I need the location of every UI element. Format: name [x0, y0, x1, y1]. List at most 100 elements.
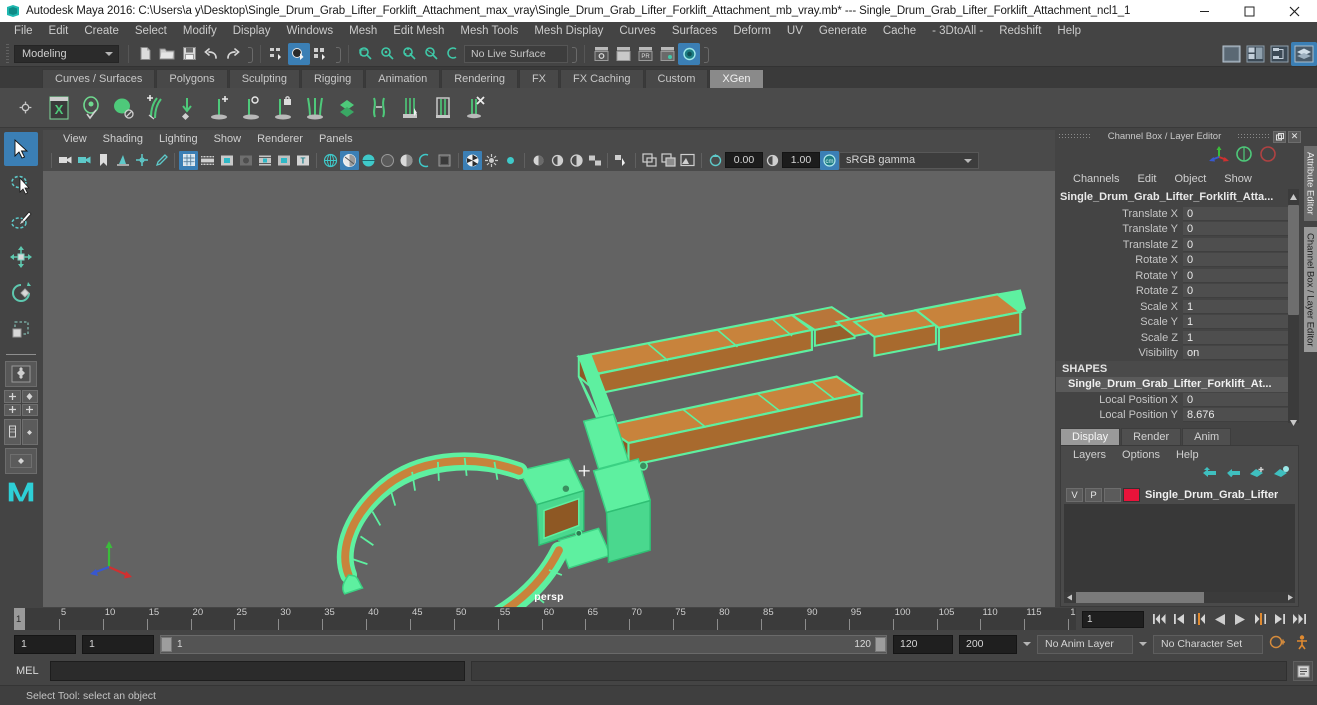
anim-layer-selector[interactable]: No Anim Layer — [1037, 634, 1133, 654]
panel-snapshot-icon[interactable] — [678, 151, 697, 170]
menu-modify[interactable]: Modify — [175, 22, 225, 41]
select-by-component-type-button[interactable] — [310, 43, 332, 65]
panel-menu-panels[interactable]: Panels — [311, 130, 361, 149]
animation-start-field[interactable]: 1 — [14, 634, 76, 654]
toolbar-collapse-bracket[interactable] — [570, 45, 577, 63]
character-set-selector[interactable]: No Character Set — [1153, 634, 1263, 654]
le-menu-options[interactable]: Options — [1114, 449, 1168, 461]
channel-value[interactable]: 1 — [1183, 330, 1288, 345]
xgen-select-guides-icon[interactable] — [396, 91, 426, 125]
save-scene-button[interactable] — [178, 43, 200, 65]
image-plane-icon[interactable] — [113, 151, 132, 170]
layout-persp-outliner[interactable] — [5, 448, 37, 474]
new-layer-from-selected-icon[interactable] — [1273, 465, 1290, 484]
camera-attributes-icon[interactable] — [75, 151, 94, 170]
xray-active-components-icon[interactable] — [501, 151, 520, 170]
snap-to-curve-button[interactable] — [376, 43, 398, 65]
menu-file[interactable]: File — [6, 22, 41, 41]
le-menu-layers[interactable]: Layers — [1065, 449, 1114, 461]
hardware-texturing-icon[interactable] — [397, 151, 416, 170]
shelf-tab-fx-caching[interactable]: FX Caching — [560, 69, 644, 88]
channel-value[interactable]: 0 — [1183, 268, 1288, 283]
move-layer-up-icon[interactable] — [1201, 465, 1218, 484]
xgen-comb-icon[interactable] — [300, 91, 330, 125]
exposure-icon[interactable] — [706, 151, 725, 170]
step-back-keyframe-button[interactable] — [1170, 610, 1189, 628]
channel-row[interactable]: Scale Z 1 — [1056, 330, 1288, 346]
view-cube-icon[interactable] — [640, 151, 659, 170]
minimize-button[interactable] — [1182, 0, 1227, 22]
layer-visibility-toggle[interactable]: V — [1066, 488, 1083, 502]
xray-mode-icon[interactable] — [463, 150, 482, 170]
hscrollbar-thumb[interactable] — [1076, 592, 1204, 603]
isolate-select-icon[interactable] — [612, 151, 631, 170]
script-editor-icon[interactable] — [1293, 661, 1313, 681]
cb-menu-object[interactable]: Object — [1165, 173, 1215, 185]
xgen-lock-guide-icon[interactable] — [268, 91, 298, 125]
channel-value[interactable]: 8.676 — [1183, 408, 1288, 423]
menu-curves[interactable]: Curves — [611, 22, 663, 41]
toolbar-collapse-bracket[interactable] — [334, 45, 341, 63]
scale-tool[interactable] — [4, 312, 38, 346]
menu-select[interactable]: Select — [127, 22, 175, 41]
xgen-description-icon[interactable] — [76, 91, 106, 125]
xray-joints-icon[interactable] — [482, 151, 501, 170]
gate-mask-icon[interactable] — [236, 151, 255, 170]
wireframe-shading-icon[interactable] — [321, 151, 340, 170]
move-manipulator-icon[interactable] — [1209, 145, 1229, 168]
xgen-editor-icon[interactable]: X — [44, 91, 74, 125]
cb-menu-show[interactable]: Show — [1215, 173, 1261, 185]
scrollbar-thumb[interactable] — [1288, 205, 1299, 315]
shelf-options-icon[interactable] — [14, 97, 36, 119]
play-forwards-button[interactable] — [1230, 610, 1249, 628]
menu-surfaces[interactable]: Surfaces — [664, 22, 725, 41]
scroll-up-arrow[interactable] — [1289, 189, 1298, 200]
snap-to-projected-center-button[interactable] — [420, 43, 442, 65]
panel-drag-handle[interactable] — [1058, 133, 1092, 140]
character-set-dropdown-arrow[interactable] — [1139, 642, 1147, 646]
show-hide-tool-settings-button[interactable]: PR — [634, 43, 656, 65]
open-scene-button[interactable] — [156, 43, 178, 65]
maximize-button[interactable] — [1227, 0, 1272, 22]
step-forward-frame-button[interactable] — [1250, 610, 1269, 628]
shelf-tab-xgen[interactable]: XGen — [709, 69, 764, 88]
layer-list[interactable]: V P Single_Drum_Grab_Lifter — [1064, 486, 1295, 592]
use-default-material-icon[interactable] — [378, 151, 397, 170]
channel-row[interactable]: Translate X 0 — [1056, 206, 1288, 222]
range-start-handle[interactable] — [161, 636, 172, 652]
smooth-shade-all-icon[interactable] — [340, 150, 359, 170]
layout-outliner-button[interactable] — [1291, 41, 1317, 66]
panel-menu-view[interactable]: View — [55, 130, 95, 149]
channel-value[interactable]: 0 — [1183, 206, 1288, 221]
layer-playback-toggle[interactable]: P — [1085, 488, 1102, 502]
xgen-region-box-icon[interactable] — [428, 91, 458, 125]
channel-value[interactable]: 0 — [1183, 392, 1288, 407]
channel-row[interactable]: Translate Y 0 — [1056, 222, 1288, 238]
channel-value[interactable]: on — [1183, 346, 1288, 361]
menu-mesh-display[interactable]: Mesh Display — [526, 22, 611, 41]
menu-3dtoall[interactable]: - 3DtoAll - — [924, 22, 991, 41]
xgen-collection-icon[interactable] — [108, 91, 138, 125]
shelf-tab-sculpting[interactable]: Sculpting — [228, 69, 300, 88]
shadows-icon[interactable] — [435, 151, 454, 170]
toggle-color-management-icon[interactable] — [567, 151, 586, 170]
le-menu-help[interactable]: Help — [1168, 449, 1207, 461]
menu-mesh-tools[interactable]: Mesh Tools — [452, 22, 526, 41]
panel-menu-show[interactable]: Show — [206, 130, 250, 149]
show-hide-editors-button[interactable] — [590, 43, 612, 65]
tab-anim[interactable]: Anim — [1182, 428, 1232, 445]
menu-deform[interactable]: Deform — [725, 22, 779, 41]
move-tool[interactable] — [4, 240, 38, 274]
tab-display[interactable]: Display — [1060, 428, 1121, 445]
maya-hotbox-logo[interactable] — [5, 477, 37, 507]
channel-row[interactable]: Translate Z 0 — [1056, 237, 1288, 253]
current-frame-field[interactable]: 1 — [1082, 610, 1144, 628]
color-management-selector[interactable]: sRGB gamma — [839, 151, 979, 169]
channel-row[interactable]: Rotate X 0 — [1056, 253, 1288, 269]
menu-mesh[interactable]: Mesh — [341, 22, 385, 41]
3d-viewport[interactable]: persp — [43, 171, 1055, 607]
xgen-clump-icon[interactable] — [332, 91, 362, 125]
step-back-frame-button[interactable] — [1190, 610, 1209, 628]
channel-value[interactable]: 0 — [1183, 237, 1288, 252]
command-input-field[interactable] — [50, 661, 465, 681]
